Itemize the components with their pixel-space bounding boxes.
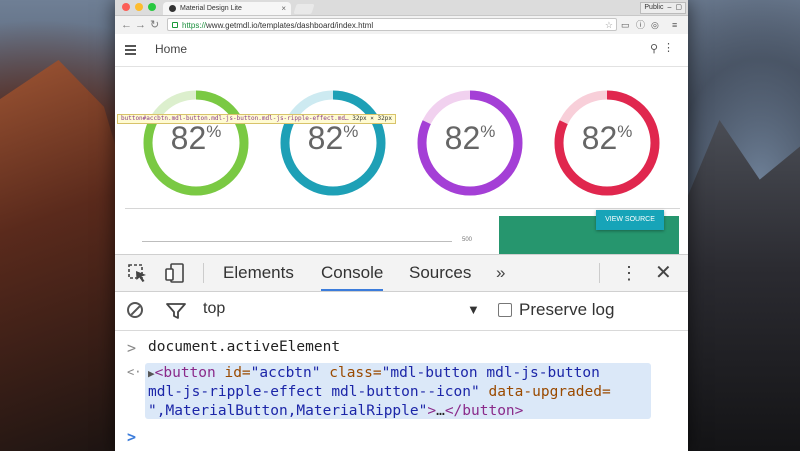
chart-axis-label: 500 [462, 237, 473, 243]
devtools-menu-icon[interactable]: ⋮ [620, 255, 638, 291]
context-selector[interactable]: top [203, 300, 225, 318]
result-line-2[interactable]: mdl-js-ripple-effect mdl-button--icon" d… [148, 384, 611, 400]
extension-icon[interactable]: ◎ [651, 19, 659, 31]
more-vert-icon[interactable]: ⋮ [663, 41, 674, 54]
tab-close-icon[interactable]: × [281, 4, 286, 13]
url-path: www.getmdl.io/templates/dashboard/index.… [206, 21, 374, 30]
profile-button[interactable]: Public – ▢ [640, 2, 686, 14]
tab-elements[interactable]: Elements [223, 255, 294, 291]
browser-window: Material Design Lite × Public – ▢ ← → ↻ … [115, 0, 688, 451]
gauge-value: 82% [307, 120, 359, 156]
chrome-menu-icon[interactable]: ≡ [672, 19, 677, 31]
profile-label: Public [644, 4, 664, 11]
browser-toolbar: ← → ↻ https://www.getmdl.io/templates/da… [115, 16, 688, 35]
search-icon[interactable]: ⚲ [650, 42, 658, 55]
tab-sources[interactable]: Sources [409, 255, 471, 291]
console-filter-bar: top ▼ Preserve log [115, 292, 688, 331]
favicon-icon [169, 5, 176, 12]
output-prompt-icon: <· [127, 365, 142, 379]
console-prompt-icon: > [127, 428, 137, 446]
new-tab-button[interactable] [293, 4, 315, 14]
input-prompt-icon: > [127, 339, 137, 357]
web-page: Home ⚲ ⋮ button#accbtn.mdl-button.mdl-js… [115, 34, 688, 254]
devtools-panel: Elements Console Sources » ⋮ ✕ top ▼ Pre… [115, 254, 688, 451]
tab-strip: Material Design Lite × Public – ▢ [115, 0, 688, 16]
gauge-value: 82% [581, 120, 633, 156]
app-header: Home ⚲ ⋮ [115, 34, 688, 67]
device-toolbar-icon[interactable] [164, 263, 186, 283]
url-scheme: https:// [182, 21, 207, 30]
progress-gauge: 82% [276, 86, 390, 200]
inspect-dimensions: 32px × 32px [352, 115, 392, 122]
view-source-button[interactable]: VIEW SOURCE [596, 210, 664, 230]
progress-gauge: 82% [139, 86, 253, 200]
gauge-value: 82% [444, 120, 496, 156]
minimize-window-button[interactable] [135, 3, 143, 11]
back-button[interactable]: ← [121, 19, 132, 31]
hamburger-menu-icon[interactable] [125, 45, 136, 57]
tab-console[interactable]: Console [321, 255, 384, 291]
more-tabs-button[interactable]: » [496, 255, 505, 291]
preserve-log-checkbox[interactable] [498, 303, 512, 317]
page-title: Home [155, 42, 188, 56]
browser-tab[interactable]: Material Design Lite × [163, 2, 291, 15]
window-minimize-icon[interactable]: – [667, 3, 671, 13]
toolbar-separator [599, 263, 600, 283]
bookmark-star-icon[interactable]: ☆ [605, 19, 613, 32]
gauge-value: 82% [170, 120, 222, 156]
clear-console-icon[interactable] [127, 302, 143, 318]
inspect-tooltip: button#accbtn.mdl-button.mdl-js-button.m… [117, 114, 396, 124]
close-window-button[interactable] [122, 3, 130, 11]
reload-button[interactable]: ↻ [150, 19, 159, 31]
progress-gauge: 82% [550, 86, 664, 200]
inspect-selector: button#accbtn.mdl-button.mdl-js-button.m… [121, 115, 349, 122]
lock-icon [172, 22, 178, 28]
window-controls [122, 3, 156, 11]
context-dropdown-icon[interactable]: ▼ [467, 302, 480, 317]
console-command: document.activeElement [148, 339, 341, 355]
progress-gauge: 82% [413, 86, 527, 200]
devtools-tab-bar: Elements Console Sources » ⋮ ✕ [115, 255, 688, 292]
zoom-window-button[interactable] [148, 3, 156, 11]
chart-axis-line [142, 241, 452, 242]
preserve-log-label: Preserve log [519, 300, 615, 319]
filter-icon[interactable] [165, 302, 187, 320]
tab-title: Material Design Lite [180, 5, 242, 12]
section-divider [125, 208, 680, 209]
result-line-3[interactable]: ",MaterialButton,MaterialRipple">…</butt… [148, 403, 523, 419]
info-icon[interactable]: ⓘ [636, 19, 645, 31]
inspect-element-icon[interactable] [127, 263, 149, 283]
result-line-1[interactable]: ▶<button id="accbtn" class="mdl-button m… [148, 365, 600, 381]
forward-button[interactable]: → [135, 19, 146, 31]
desktop-mountain-right [685, 120, 800, 451]
devtools-close-icon[interactable]: ✕ [655, 255, 672, 291]
address-bar[interactable]: https://www.getmdl.io/templates/dashboar… [167, 18, 617, 31]
window-maximize-icon[interactable]: ▢ [675, 3, 682, 13]
toolbar-separator [203, 263, 204, 283]
gauge-row: 82% 82% 82% 82% [115, 86, 688, 206]
expand-caret-icon[interactable]: ▶ [148, 367, 155, 380]
cast-icon[interactable]: ▭ [621, 19, 630, 31]
